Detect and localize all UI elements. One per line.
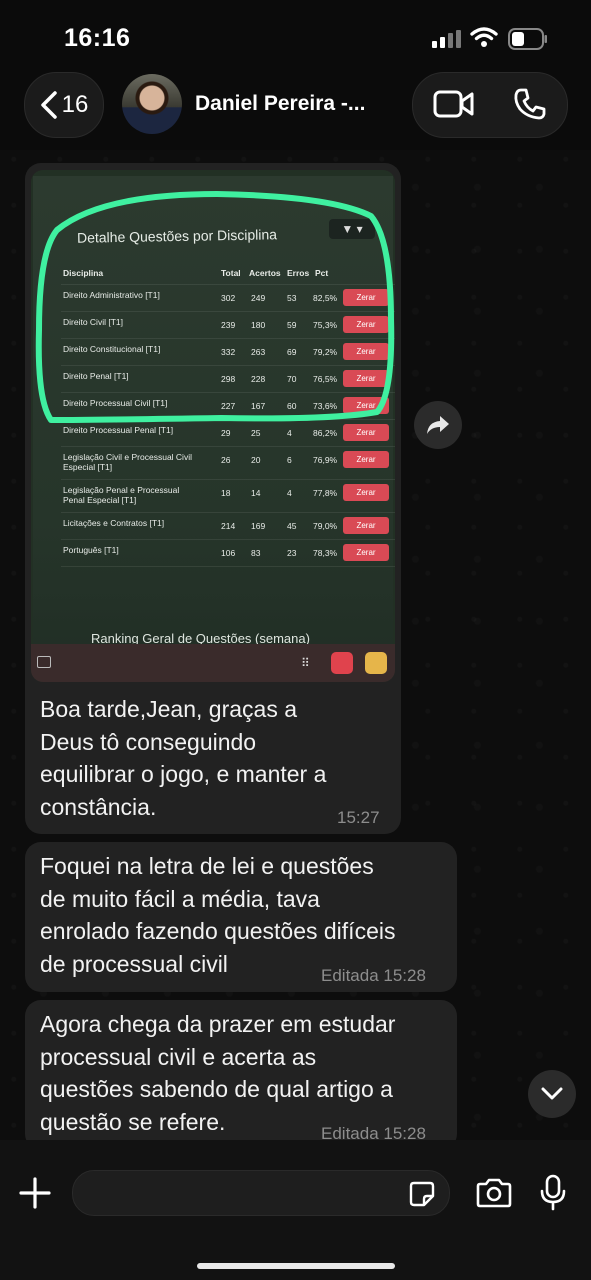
message-1-text: Boa tarde,Jean, graças a Deus tô consegu… [40,693,326,823]
scroll-to-bottom-button[interactable] [528,1070,576,1118]
chat-header: 16 Daniel Pereira -... [0,70,591,150]
photo-app-icon-red [331,652,353,674]
chevron-down-icon [541,1087,563,1100]
video-call-icon[interactable] [433,89,475,119]
photo-apps-grid-icon: ⠿ [301,656,310,670]
wifi-icon [470,27,498,47]
microphone-icon[interactable] [540,1174,566,1212]
status-time: 16:16 [64,24,131,52]
chevron-left-icon [40,91,57,119]
photo-folder-icon [365,652,387,674]
message-1-line-3: equilibrar o jogo, e manter a [40,761,327,787]
message-3-line-2: processual civil e acerta as [40,1043,317,1070]
composer-bar [0,1140,591,1280]
message-1-line-1: Boa tarde,Jean, graças a [40,696,297,722]
message-2-line-2: de muito fácil a média, tava [40,885,320,912]
sticker-icon[interactable] [409,1181,435,1207]
message-1-line-2: Deus tô conseguindo [40,728,257,755]
call-actions [412,72,568,138]
forward-button[interactable] [414,401,462,449]
status-bar: 16:16 [0,0,591,70]
photo-taskbar: ⠿ [31,644,395,682]
contact-avatar[interactable] [122,74,182,134]
plus-icon[interactable] [18,1176,52,1210]
message-3-line-1: Agora chega da prazer em estudar [40,1011,396,1037]
message-3-text: Agora chega da prazer em estudar process… [40,1008,395,1138]
back-button[interactable]: 16 [24,72,104,138]
message-2-text: Foquei na letra de lei e questões de mui… [40,850,395,980]
message-2-line-1: Foquei na letra de lei e questões [40,853,374,879]
message-1-line-4: constância. [40,793,157,820]
message-2-meta: Editada 15:28 [321,966,426,985]
unread-count: 16 [61,91,89,118]
message-2-line-3: enrolado fazendo questões difíceis [40,918,396,944]
message-3-line-3: questões sabendo de qual artigo a [40,1076,393,1102]
cellular-signal-icon [432,30,461,48]
voice-call-icon[interactable] [513,87,547,121]
contact-name[interactable]: Daniel Pereira -... [195,92,365,116]
camera-icon[interactable] [475,1178,513,1208]
green-highlight-circle [35,191,395,423]
battery-icon [508,28,547,50]
photo-taskbar-icon [37,656,51,668]
home-indicator [197,1263,395,1269]
forward-icon [427,416,449,434]
message-input[interactable] [72,1170,450,1216]
message-photo[interactable]: Detalhe Questões por Disciplina ▼ ▾ Disc… [31,170,395,682]
message-1-time: 15:27 [337,808,380,827]
